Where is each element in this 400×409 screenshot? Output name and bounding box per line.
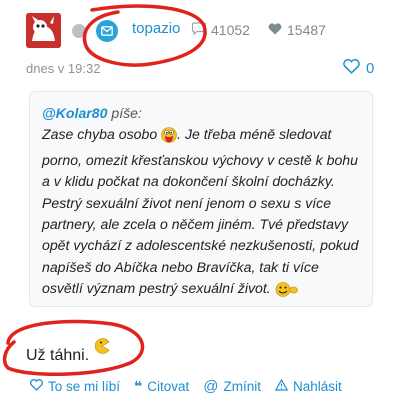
warning-triangle-icon [274,378,289,394]
quoted-message: @Kolar80 píše: Zase chyba osobo . Je tře… [29,91,373,307]
report-action-label: Nahlásit [293,379,342,394]
grin-emoji-icon [275,282,299,303]
like-action-label: To se mi líbí [48,379,121,394]
post-actions: To se mi líbí ❝ Citovat @ Zmínit Nahlási… [30,378,342,395]
mention-action[interactable]: @ Zmínit [203,378,261,395]
tongue-emoji-icon [161,127,177,149]
post-like-button[interactable]: 0 [343,59,374,78]
heart-outline-icon [343,59,360,78]
quote-says-label: píše: [111,105,142,121]
online-status-dot [72,24,86,38]
post-like-count: 0 [366,60,375,77]
likes-count: 15487 [287,22,326,38]
quote-action[interactable]: ❝ Citovat [134,378,189,395]
comment-bubble-icon [191,22,207,38]
heart-outline-icon [30,379,43,394]
quote-text-rest: . Je třeba méně sledovat porno, omezit k… [42,126,359,297]
username-link[interactable]: topazio [132,20,180,37]
heart-icon [268,22,282,38]
user-avatar[interactable] [26,13,61,48]
at-sign-icon: @ [203,378,219,395]
quote-author[interactable]: @Kolar80 [42,105,107,121]
quote-text-start: Zase chyba osobo [42,126,158,143]
comments-stat: 41052 [191,22,250,38]
like-action[interactable]: To se mi líbí [30,379,120,394]
quote-action-label: Citovat [147,379,190,394]
comments-count: 41052 [211,22,250,38]
quote-marks-icon: ❝ [134,378,143,394]
post-date: dnes v 19:32 [26,61,101,76]
likes-stat: 15487 [268,22,326,38]
mention-action-label: Zmínit [223,379,262,394]
pacman-emoji-icon [94,338,110,359]
report-action[interactable]: Nahlásit [274,378,342,394]
reply-text: Už táhni. [26,347,90,364]
mail-badge-icon [96,20,118,42]
reply-message: Už táhni. [26,338,110,365]
